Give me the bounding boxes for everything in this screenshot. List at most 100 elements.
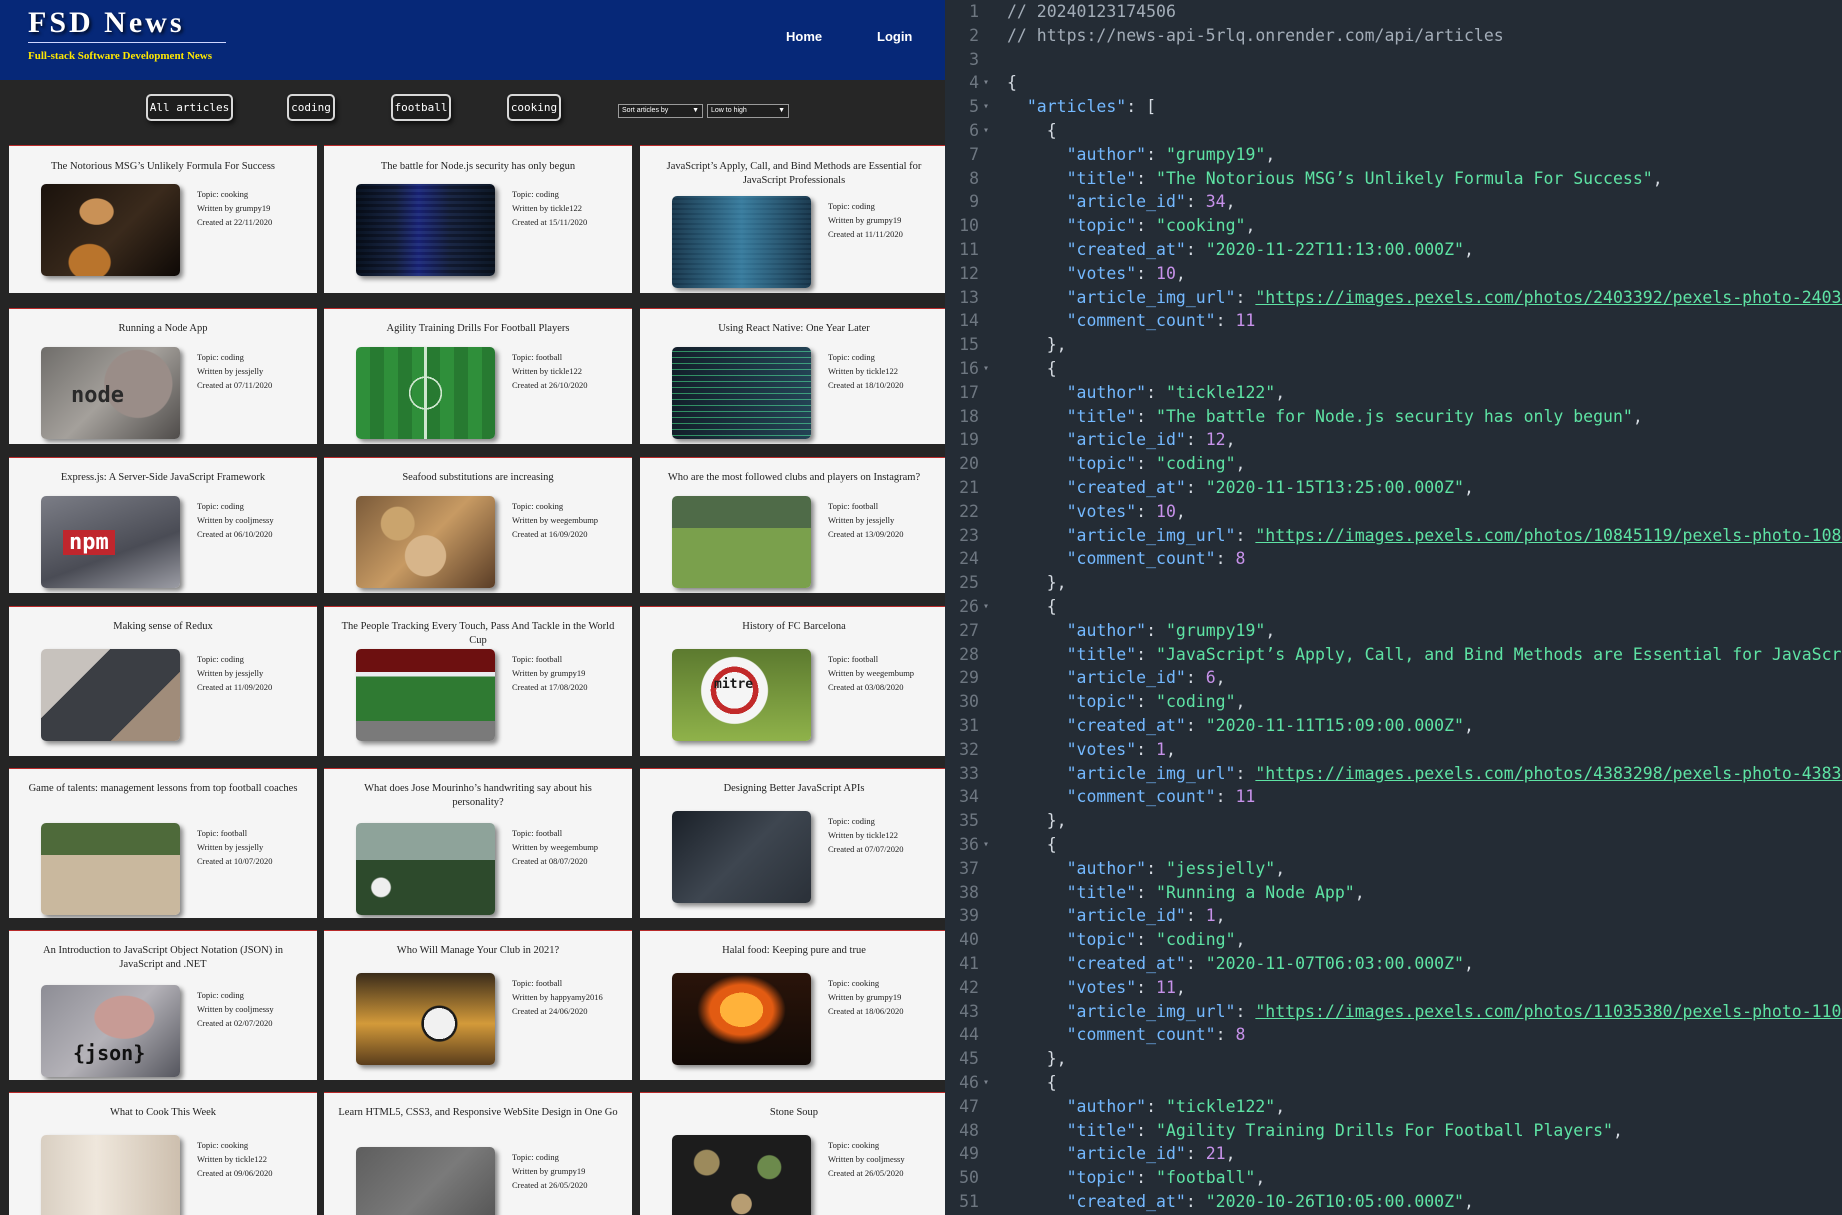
article-image-football[interactable] xyxy=(356,823,495,915)
fold-toggle-icon[interactable]: ▾ xyxy=(983,95,989,119)
json-string: "tickle122" xyxy=(1165,382,1276,402)
article-title[interactable]: JavaScript’s Apply, Call, and Bind Metho… xyxy=(654,160,934,188)
article-title[interactable]: The Notorious MSG’s Unlikely Formula For… xyxy=(23,160,303,174)
article-image-letter-tiles[interactable] xyxy=(356,1147,495,1215)
article-card[interactable]: The Notorious MSG’s Unlikely Formula For… xyxy=(9,145,317,293)
article-image-bowls[interactable] xyxy=(672,1135,811,1215)
article-title[interactable]: History of FC Barcelona xyxy=(654,620,934,634)
article-card[interactable]: What to Cook This Week Topic: cooking Writ… xyxy=(9,1092,317,1215)
json-url-link[interactable]: "https://images.pexels.com/photos/110353… xyxy=(1255,1002,1842,1021)
article-author: Written by jessjelly xyxy=(828,515,895,525)
article-card[interactable]: The People Tracking Every Touch, Pass An… xyxy=(324,606,632,756)
article-card[interactable]: Using React Native: One Year Later Topic:… xyxy=(640,308,945,444)
article-title[interactable]: What to Cook This Week xyxy=(23,1106,303,1120)
sort-order-select[interactable]: Low to high ▼ xyxy=(707,104,789,118)
article-title[interactable]: Express.js: A Server-Side JavaScript Fra… xyxy=(23,471,303,485)
article-card[interactable]: Game of talents: management lessons from… xyxy=(9,768,317,918)
article-image-football-match[interactable] xyxy=(672,496,811,588)
code-text: { xyxy=(1007,833,1057,857)
article-title[interactable]: The battle for Node.js security has only… xyxy=(338,160,618,174)
article-title[interactable]: Halal food: Keeping pure and true xyxy=(654,944,934,958)
json-url-link[interactable]: "https://images.pexels.com/photos/240339… xyxy=(1255,288,1842,307)
article-image-json-sticker[interactable]: {json} xyxy=(41,985,180,1077)
article-card[interactable]: Making sense of Redux Topic: coding Writte… xyxy=(9,606,317,756)
article-card[interactable]: Agility Training Drills For Football Pla… xyxy=(324,308,632,444)
article-image-cooking[interactable] xyxy=(41,184,180,276)
article-image-node-sticker[interactable]: node xyxy=(41,347,180,439)
article-title[interactable]: An Introduction to JavaScript Object Not… xyxy=(23,944,303,972)
json-punctuation xyxy=(1007,883,1067,902)
article-title[interactable]: Using React Native: One Year Later xyxy=(654,322,934,336)
article-image-code[interactable] xyxy=(672,196,811,288)
json-number: 1 xyxy=(1156,739,1166,759)
line-number: 51 xyxy=(959,1192,979,1211)
article-image-football-training[interactable] xyxy=(41,823,180,915)
brand-title[interactable]: FSD News xyxy=(28,6,185,40)
article-image-cooking-fire[interactable] xyxy=(672,973,811,1065)
line-number: 46 xyxy=(959,1073,979,1092)
article-card[interactable]: Learn HTML5, CSS3, and Responsive WebSit… xyxy=(324,1092,632,1215)
article-card[interactable]: The battle for Node.js security has only… xyxy=(324,145,632,293)
article-title[interactable]: Making sense of Redux xyxy=(23,620,303,634)
nav-login-link[interactable]: Login xyxy=(877,29,912,44)
article-image-football[interactable]: mitre xyxy=(672,649,811,741)
article-card[interactable]: Express.js: A Server-Side JavaScript Fra… xyxy=(9,457,317,593)
fold-toggle-icon[interactable]: ▾ xyxy=(983,833,989,857)
article-image-code[interactable] xyxy=(356,184,495,276)
article-card[interactable]: Who are the most followed clubs and play… xyxy=(640,457,945,593)
json-punctuation xyxy=(1007,1168,1067,1187)
article-image-laptop[interactable] xyxy=(672,811,811,903)
json-url-link[interactable]: "https://images.pexels.com/photos/108451… xyxy=(1255,526,1842,545)
nav-home-link[interactable]: Home xyxy=(786,29,822,44)
article-image-football-field[interactable] xyxy=(356,347,495,439)
article-card[interactable]: An Introduction to JavaScript Object Not… xyxy=(9,930,317,1080)
article-card[interactable]: Designing Better JavaScript APIs Topic: c… xyxy=(640,768,945,918)
fold-toggle-icon[interactable]: ▾ xyxy=(983,71,989,95)
json-comment: // 20240123174506 xyxy=(1007,2,1176,21)
filter-cooking-button[interactable]: cooking xyxy=(507,94,561,121)
article-image-npm-sticker[interactable]: npm xyxy=(41,496,180,588)
article-meta: Topic: football Written by grumpy19 Create… xyxy=(512,652,588,694)
article-title[interactable]: Learn HTML5, CSS3, and Responsive WebSit… xyxy=(338,1106,618,1120)
article-title[interactable]: Game of talents: management lessons from… xyxy=(23,782,303,796)
json-url-link[interactable]: "https://images.pexels.com/photos/438329… xyxy=(1255,764,1842,783)
filter-football-button[interactable]: football xyxy=(391,94,451,121)
article-card[interactable]: Seafood substitutions are increasing Topi… xyxy=(324,457,632,593)
article-card[interactable]: Who Will Manage Your Club in 2021? Topic:… xyxy=(324,930,632,1080)
json-key: "article_id" xyxy=(1066,906,1186,926)
fold-toggle-icon[interactable]: ▾ xyxy=(983,595,989,619)
article-image-kitchen[interactable] xyxy=(41,1135,180,1215)
article-card[interactable]: Halal food: Keeping pure and true Topic: … xyxy=(640,930,945,1080)
filter-coding-button[interactable]: coding xyxy=(287,94,335,121)
article-title[interactable]: Stone Soup xyxy=(654,1106,934,1120)
article-image-football[interactable] xyxy=(356,973,495,1065)
article-topic: Topic: coding xyxy=(197,990,244,1000)
article-card[interactable]: Running a Node App node Topic: coding Writt… xyxy=(9,308,317,444)
article-title[interactable]: Who are the most followed clubs and play… xyxy=(654,471,934,485)
article-image-stadium[interactable] xyxy=(356,649,495,741)
article-title[interactable]: What does Jose Mourinho’s handwriting sa… xyxy=(338,782,618,810)
article-title[interactable]: Seafood substitutions are increasing xyxy=(338,471,618,485)
article-card[interactable]: What does Jose Mourinho’s handwriting sa… xyxy=(324,768,632,918)
article-title[interactable]: Designing Better JavaScript APIs xyxy=(654,782,934,796)
article-card[interactable]: History of FC Barcelona mitre Topic: footb… xyxy=(640,606,945,756)
article-title[interactable]: The People Tracking Every Touch, Pass An… xyxy=(338,620,618,648)
article-card[interactable]: Stone Soup Topic: cooking Written by coolj… xyxy=(640,1092,945,1215)
fold-toggle-icon[interactable]: ▾ xyxy=(983,119,989,143)
article-title[interactable]: Agility Training Drills For Football Pla… xyxy=(338,322,618,336)
article-author: Written by jessjelly xyxy=(197,366,264,376)
line-number: 41 xyxy=(959,954,979,973)
article-title[interactable]: Running a Node App xyxy=(23,322,303,336)
article-card[interactable]: JavaScript’s Apply, Call, and Bind Metho… xyxy=(640,145,945,293)
article-title[interactable]: Who Will Manage Your Club in 2021? xyxy=(338,944,618,958)
article-image-seafood[interactable] xyxy=(356,496,495,588)
code-text: }, xyxy=(1007,1047,1067,1071)
fold-toggle-icon[interactable]: ▾ xyxy=(983,357,989,381)
image-logo-text: node xyxy=(71,383,124,408)
filter-all-articles-button[interactable]: All articles xyxy=(146,94,233,121)
code-text: "articles": [ xyxy=(1007,95,1156,119)
article-image-code[interactable] xyxy=(672,347,811,439)
sort-by-select[interactable]: Sort articles by ▼ xyxy=(618,104,703,118)
fold-toggle-icon[interactable]: ▾ xyxy=(983,1071,989,1095)
article-image-laptop[interactable] xyxy=(41,649,180,741)
